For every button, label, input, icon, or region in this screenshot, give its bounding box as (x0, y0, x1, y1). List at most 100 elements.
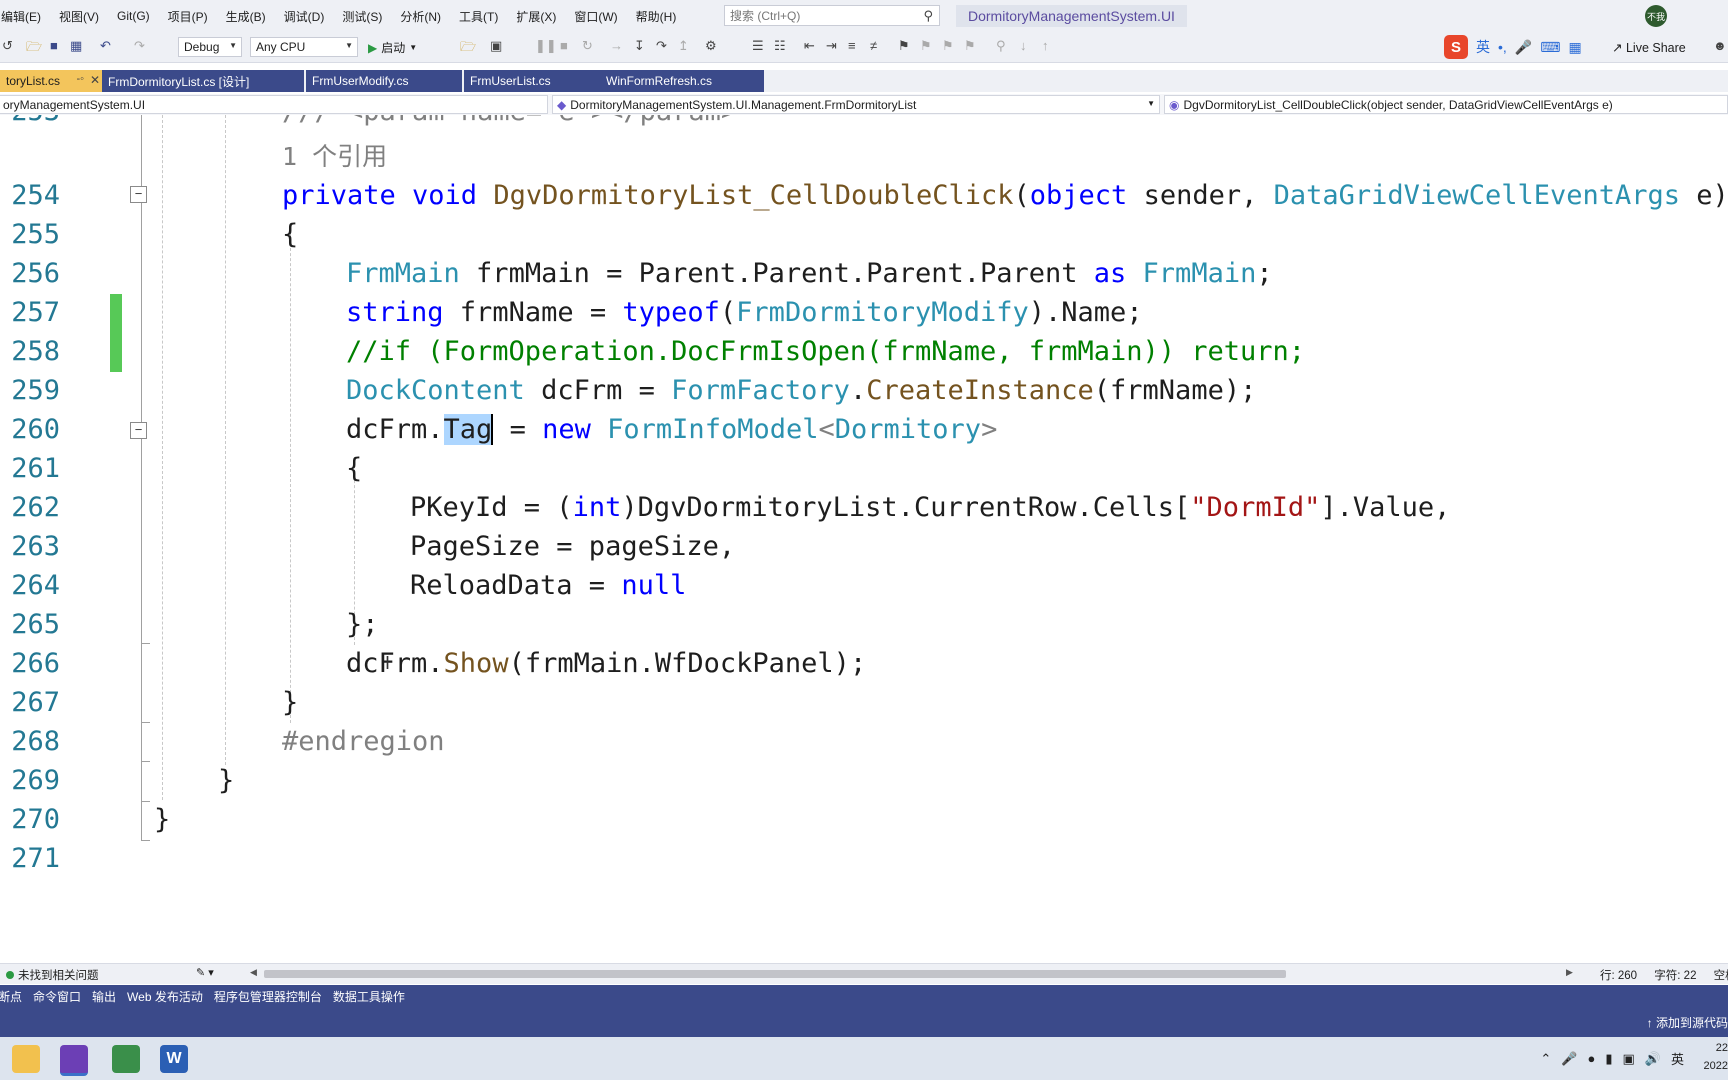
tab-breakpoints[interactable]: 断点 (0, 988, 22, 1005)
screenshot-icon[interactable]: ▣ (490, 38, 502, 54)
code-line-268: #endregion (282, 726, 445, 757)
uncomment-icon[interactable]: ≠ (870, 38, 877, 53)
issues-indicator[interactable]: 未找到相关问题 (6, 967, 99, 983)
diagnostics-icon[interactable]: ⚙ (705, 38, 717, 54)
main-menu: 编辑(E) 视图(V) Git(G) 项目(P) 生成(B) 调试(D) 测试(… (0, 8, 685, 25)
microphone-icon[interactable]: 🎤 (1561, 1051, 1577, 1067)
menu-view[interactable]: 视图(V) (50, 8, 108, 25)
bookmark-icon[interactable]: ⚑ (898, 38, 910, 54)
clear-bookmarks-icon[interactable]: ⚑ (964, 38, 976, 54)
menu-test[interactable]: 测试(S) (333, 8, 391, 25)
pin-icon[interactable]: -◦ (76, 73, 84, 85)
network-icon[interactable]: ▣ (1623, 1051, 1635, 1067)
tab-winformrefresh[interactable]: WinFormRefresh.cs (600, 70, 764, 92)
navigation-bar: oryManagementSystem.UI ◆ DormitoryManage… (0, 94, 1728, 116)
line-number: 271 (11, 843, 60, 874)
search-input[interactable]: 搜索 (Ctrl+Q) ⚲ (724, 5, 940, 26)
undo-icon[interactable]: ↶ (100, 38, 111, 54)
person-icon[interactable]: ☻ (1713, 38, 1727, 53)
horizontal-scrollbar[interactable] (264, 970, 1286, 978)
sogou-logo-icon[interactable]: S (1444, 35, 1468, 59)
close-icon[interactable]: ✕ (90, 73, 100, 87)
menu-analyze[interactable]: 分析(N) (391, 8, 450, 25)
menu-git[interactable]: Git(G) (108, 9, 159, 23)
punctuation-icon[interactable]: •, (1498, 39, 1507, 55)
tab-frmusermodify[interactable]: FrmUserModify.cs (306, 70, 462, 92)
platform-dropdown[interactable]: Any CPU ▼ (250, 37, 358, 57)
comment-icon[interactable]: ≡ (848, 38, 856, 53)
battery-icon[interactable]: ▮ (1605, 1051, 1612, 1067)
file-explorer-icon[interactable] (12, 1045, 40, 1073)
tray-lang[interactable]: 英 (1671, 1049, 1684, 1068)
config-dropdown[interactable]: Debug ▼ (178, 37, 242, 57)
code-editor[interactable]: − − 253 254 255 256 257 258 259 260 261 … (0, 115, 1728, 963)
down-arrow-icon[interactable]: ↓ (1020, 38, 1027, 53)
menu-help[interactable]: 帮助(H) (627, 8, 686, 25)
tab-frmuserlist[interactable]: FrmUserList.cs (464, 70, 600, 92)
cursor-position[interactable]: 行: 260 字符: 22 空格 (1600, 967, 1728, 983)
redo-icon[interactable]: ↷ (134, 38, 145, 54)
chevron-up-icon[interactable]: ⌃ (1540, 1051, 1551, 1067)
tab-frmdormitorylist-cs[interactable]: toryList.cs -◦ ✕ (0, 70, 104, 92)
code-token: . (849, 375, 867, 406)
scroll-left-icon[interactable]: ◀ (250, 967, 257, 978)
up-arrow-icon[interactable]: ↑ (1042, 38, 1049, 53)
menu-project[interactable]: 项目(P) (159, 8, 217, 25)
navigate-back-icon[interactable]: ↺ (2, 38, 13, 54)
word-icon[interactable]: W (160, 1045, 188, 1073)
apps-grid-icon[interactable]: ▦ (1568, 39, 1581, 56)
live-share-button[interactable]: ↗ Live Share (1612, 40, 1686, 55)
code-token: dcFrm. (346, 648, 444, 679)
menu-extensions[interactable]: 扩展(X) (507, 8, 565, 25)
step-out-icon[interactable]: ↥ (678, 38, 689, 54)
project-dropdown[interactable]: oryManagementSystem.UI (0, 95, 548, 114)
step-into-icon[interactable]: ↧ (634, 38, 645, 54)
open-folder-icon[interactable]: 🗁 (26, 38, 42, 60)
collapse-toggle-icon[interactable]: − (130, 186, 147, 203)
volume-icon[interactable]: 🔊 (1645, 1051, 1661, 1067)
add-to-source-control-button[interactable]: ↑ 添加到源代码 (1647, 1014, 1728, 1031)
open-file-icon[interactable]: 🗁 (460, 38, 476, 60)
microphone-icon[interactable]: 🎤 (1515, 39, 1532, 56)
tab-web-publish[interactable]: Web 发布活动 (127, 988, 203, 1005)
qq-icon[interactable]: ● (1587, 1051, 1595, 1066)
avatar[interactable]: 不我 (1645, 5, 1667, 27)
start-button[interactable]: ▶ 启动 ▼ (368, 39, 417, 56)
keyboard-icon[interactable]: ⌨ (1540, 39, 1560, 56)
member-dropdown[interactable]: ◉ DgvDormitoryList_CellDoubleClick(objec… (1164, 95, 1728, 114)
step-over-icon[interactable]: ↷ (656, 38, 667, 54)
restart-icon[interactable]: ↻ (582, 38, 593, 54)
tab-package-manager-console[interactable]: 程序包管理器控制台 (214, 988, 322, 1005)
menu-tools[interactable]: 工具(T) (450, 8, 507, 25)
reference-count-lens[interactable]: 1 个引用 (282, 138, 387, 176)
ime-lang[interactable]: 英 (1476, 37, 1490, 57)
outdent-icon[interactable]: ⇤ (804, 38, 815, 54)
hierarchy-icon[interactable]: ☰ (752, 38, 764, 54)
tab-data-tools[interactable]: 数据工具操作 (333, 988, 405, 1005)
menu-window[interactable]: 窗口(W) (565, 8, 626, 25)
pause-icon[interactable]: ❚❚ (535, 38, 557, 54)
class-dropdown[interactable]: ◆ DormitoryManagementSystem.UI.Managemen… (552, 95, 1160, 114)
code-token: null (621, 570, 687, 601)
save-all-icon[interactable]: ▦ (70, 38, 82, 54)
tab-frmdormitorylist-designer[interactable]: FrmDormitoryList.cs [设计] (102, 70, 304, 92)
collapse-toggle-icon[interactable]: − (130, 422, 147, 439)
tab-command-window[interactable]: 命令窗口 (33, 988, 81, 1005)
menu-debug[interactable]: 调试(D) (275, 8, 334, 25)
image-tool-icon[interactable] (112, 1045, 140, 1073)
next-bookmark-icon[interactable]: ⚑ (942, 38, 954, 54)
save-icon[interactable]: ■ (50, 38, 58, 53)
visual-studio-icon[interactable] (60, 1045, 88, 1076)
scroll-right-icon[interactable]: ▶ (1566, 967, 1573, 978)
menu-build[interactable]: 生成(B) (217, 8, 275, 25)
find-icon[interactable]: ⚲ (996, 38, 1006, 54)
brush-icon[interactable]: ✎ ▾ (196, 966, 214, 979)
outline-icon[interactable]: ☷ (774, 38, 786, 54)
prev-bookmark-icon[interactable]: ⚑ (920, 38, 932, 54)
indent-icon[interactable]: ⇥ (826, 38, 837, 54)
tab-output[interactable]: 输出 (92, 988, 116, 1005)
menu-edit[interactable]: 编辑(E) (0, 8, 50, 25)
stop-icon[interactable]: ■ (560, 38, 568, 53)
show-next-statement-icon[interactable]: → (610, 38, 623, 53)
clock[interactable]: 22 2022 (1704, 1039, 1728, 1075)
